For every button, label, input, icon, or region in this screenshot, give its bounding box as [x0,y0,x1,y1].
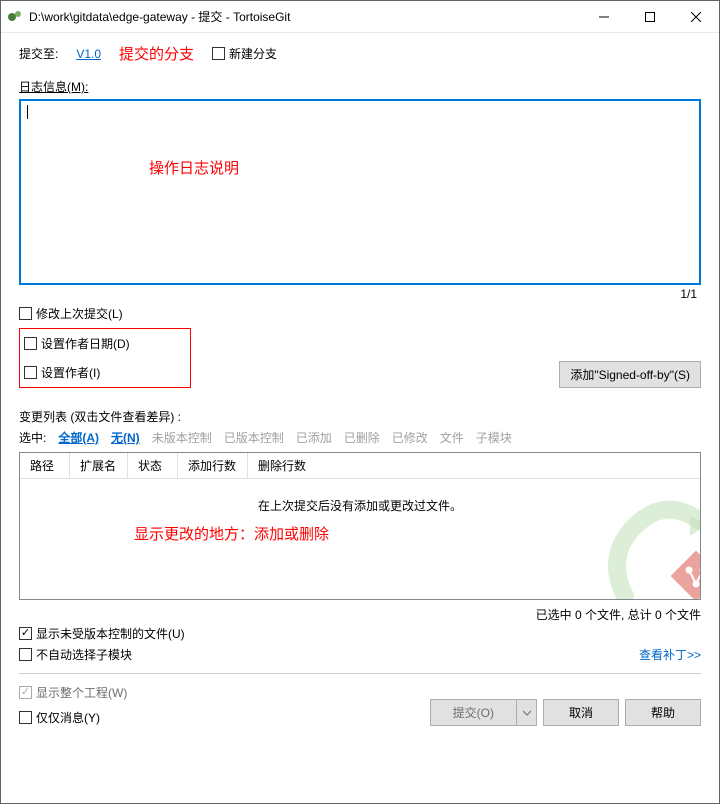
amend-label: 修改上次提交(L) [36,305,123,322]
branch-link[interactable]: V1.0 [76,47,101,61]
filter-deleted: 已删除 [344,429,380,446]
maximize-button[interactable] [627,2,673,32]
filter-versioned: 已版本控制 [224,429,284,446]
checkbox-icon [24,337,37,350]
close-button[interactable] [673,2,719,32]
minimize-button[interactable] [581,2,627,32]
show-unversioned-checkbox[interactable]: 显示未受版本控制的文件(U) [19,625,185,642]
app-icon [7,9,23,25]
changes-title: 变更列表 (双击文件查看差异) : [19,408,701,425]
filter-none[interactable]: 无(N) [111,429,140,446]
checkbox-icon [19,627,32,640]
checkbox-icon [19,307,32,320]
list-header: 路径 扩展名 状态 添加行数 删除行数 [20,453,700,479]
commit-dropdown[interactable] [517,699,537,726]
chevron-down-icon [523,709,531,717]
anno-logmsg: 操作日志说明 [149,157,239,178]
filter-modified: 已修改 [392,429,428,446]
filter-added: 已添加 [296,429,332,446]
checkbox-icon [19,648,32,661]
checkbox-icon [212,47,225,60]
col-status[interactable]: 状态 [128,453,178,478]
col-dellines[interactable]: 删除行数 [248,453,318,478]
show-whole-project-checkbox: 显示整个工程(W) [19,684,127,701]
col-path[interactable]: 路径 [20,453,70,478]
commit-to-label: 提交至: [19,45,58,62]
line-counter: 1/1 [680,287,697,301]
set-author-checkbox[interactable]: 设置作者(I) [24,364,180,381]
set-author-label: 设置作者(I) [41,364,100,381]
col-addlines[interactable]: 添加行数 [178,453,248,478]
window-title: D:\work\gitdata\edge-gateway - 提交 - Tort… [29,8,581,25]
commit-button[interactable]: 提交(O) [430,699,517,726]
only-message-label: 仅仅消息(Y) [36,709,100,726]
no-auto-submodule-checkbox[interactable]: 不自动选择子模块 [19,646,132,663]
set-date-label: 设置作者日期(D) [41,335,130,352]
col-ext[interactable]: 扩展名 [70,453,128,478]
log-message-label[interactable]: 日志信息(M): [19,78,701,95]
anno-branch: 提交的分支 [119,43,194,64]
changes-list[interactable]: 路径 扩展名 状态 添加行数 删除行数 在上次提交后没有添加或更改过文件。 显示… [19,452,701,600]
help-button[interactable]: 帮助 [625,699,701,726]
new-branch-checkbox[interactable]: 新建分支 [212,45,277,62]
set-date-checkbox[interactable]: 设置作者日期(D) [24,335,180,352]
author-options-box: 设置作者日期(D) 设置作者(I) [19,328,191,388]
commit-button-group: 提交(O) [430,699,537,726]
cancel-button[interactable]: 取消 [543,699,619,726]
select-label: 选中: [19,429,46,446]
filter-row: 选中: 全部(A) 无(N) 未版本控制 已版本控制 已添加 已删除 已修改 文… [19,429,701,446]
signed-off-button[interactable]: 添加"Signed-off-by"(S) [559,361,701,388]
git-watermark-icon [590,486,701,600]
filter-all[interactable]: 全部(A) [58,429,99,446]
amend-checkbox[interactable]: 修改上次提交(L) [19,305,701,322]
new-branch-label: 新建分支 [229,45,277,62]
no-auto-submodule-label: 不自动选择子模块 [36,646,132,663]
show-whole-label: 显示整个工程(W) [36,684,127,701]
show-unversioned-label: 显示未受版本控制的文件(U) [36,625,185,642]
checkbox-icon [24,366,37,379]
selection-summary: 已选中 0 个文件, 总计 0 个文件 [536,606,701,623]
anno-changes: 显示更改的地方：添加或删除 [134,523,329,544]
filter-file: 文件 [440,429,464,446]
view-patch-link[interactable]: 查看补丁>> [639,646,701,663]
filter-unversioned: 未版本控制 [152,429,212,446]
filter-submodule: 子模块 [476,429,512,446]
checkbox-icon [19,686,32,699]
only-message-checkbox[interactable]: 仅仅消息(Y) [19,709,127,726]
log-message-textarea[interactable]: 操作日志说明 [19,99,701,285]
titlebar: D:\work\gitdata\edge-gateway - 提交 - Tort… [1,1,719,33]
checkbox-icon [19,711,32,724]
